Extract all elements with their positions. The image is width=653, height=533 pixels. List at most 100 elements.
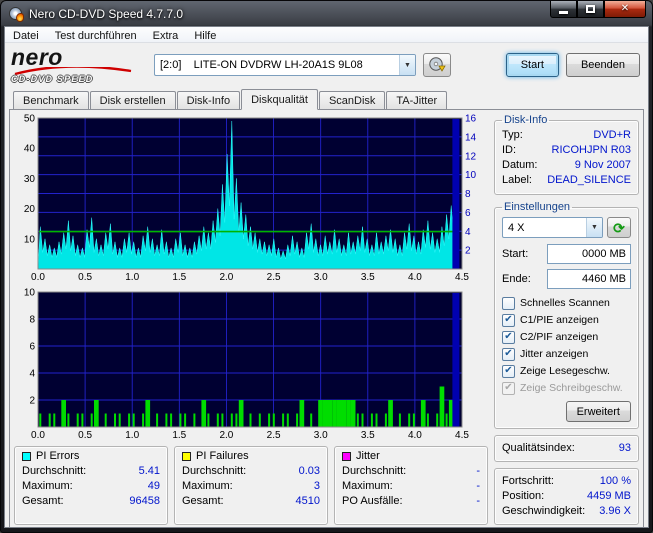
svg-text:4.5: 4.5 — [455, 272, 469, 283]
stat-row: Durchschnitt: 5.41 — [22, 464, 160, 479]
quality-index-value: 93 — [618, 442, 631, 454]
start-position-field[interactable]: 0000 MB — [547, 244, 631, 264]
disc-icon — [429, 57, 446, 72]
checkbox-row-c1-pie-anzeigen[interactable]: ✔ C1/PIE anzeigen — [502, 312, 631, 328]
tab-disk-info[interactable]: Disk-Info — [176, 91, 241, 109]
menu-item-hilfe[interactable]: Hilfe — [186, 27, 224, 42]
refresh-speed-button[interactable]: ⟳ — [607, 217, 631, 238]
svg-text:4: 4 — [465, 227, 471, 238]
pi-errors-chart: 10 20 30 40 50 2 4 6 8 10 12 14 16 0.0 0.5 1.0 1.5 2.0 2.5… — [24, 114, 477, 283]
disk-info-value: DEAD_SILENCE — [547, 174, 631, 186]
start-button[interactable]: Start — [505, 53, 559, 77]
tab-benchmark[interactable]: Benchmark — [13, 91, 89, 109]
stat-title: PI Failures — [196, 450, 249, 462]
disk-info-value: 9 Nov 2007 — [574, 159, 631, 171]
close-button[interactable]: ✕ — [604, 1, 646, 18]
progress-row: Position: 4459 MB — [502, 489, 631, 504]
tab-disk-erstellen[interactable]: Disk erstellen — [89, 91, 176, 109]
svg-text:6: 6 — [465, 208, 471, 219]
checkbox-label: Schnelles Scannen — [520, 297, 610, 309]
svg-text:4: 4 — [29, 369, 35, 380]
checkbox[interactable]: ✔ — [502, 330, 515, 344]
stat-head: Jitter — [342, 450, 480, 462]
stat-value: - — [476, 465, 480, 477]
svg-text:16: 16 — [465, 114, 477, 125]
stat-head: PI Failures — [182, 450, 320, 462]
stat-label: Maximum: — [342, 480, 393, 492]
disk-info-row: Label: DEAD_SILENCE — [502, 173, 631, 188]
svg-text:6: 6 — [29, 342, 35, 353]
svg-text:30: 30 — [24, 174, 36, 185]
svg-text:14: 14 — [465, 132, 477, 143]
stat-value: 49 — [147, 480, 160, 492]
stat-head: PI Errors — [22, 450, 160, 462]
checkbox-row-schnelles-scannen[interactable]: Schnelles Scannen — [502, 295, 631, 311]
svg-text:20: 20 — [24, 204, 36, 215]
stat-row: Maximum: 3 — [182, 479, 320, 494]
svg-text:0.5: 0.5 — [78, 430, 92, 441]
minimize-button[interactable] — [550, 1, 577, 18]
stat-title: PI Errors — [36, 450, 80, 462]
svg-text:0.0: 0.0 — [31, 430, 45, 441]
eject-button[interactable] — [423, 53, 451, 77]
chevron-down-icon[interactable]: ▼ — [586, 218, 602, 237]
disk-info-legend: Disk-Info — [504, 114, 548, 126]
settings-group: Einstellungen 4 X ▼ ⟳ Start: 0000 MB End… — [494, 201, 639, 429]
svg-text:4.5: 4.5 — [455, 430, 469, 441]
disk-info-label: Label: — [502, 174, 532, 186]
titlebar[interactable]: Nero CD-DVD Speed 4.7.7.0 ✕ — [4, 1, 649, 26]
disk-info-label: Datum: — [502, 159, 538, 171]
advanced-button[interactable]: Erweitert — [565, 401, 631, 422]
checkbox[interactable]: ✔ — [502, 313, 515, 327]
svg-text:10: 10 — [24, 234, 36, 245]
checkbox-row-jitter-anzeigen[interactable]: ✔ Jitter anzeigen — [502, 346, 631, 362]
svg-text:10: 10 — [24, 288, 36, 299]
app-window: Nero CD-DVD Speed 4.7.7.0 ✕ Datei Test du… — [0, 0, 653, 533]
checkbox-row-c2-pif-anzeigen[interactable]: ✔ C2/PIF anzeigen — [502, 329, 631, 345]
drive-select[interactable]: [2:0] LITE-ON DVDRW LH-20A1S 9L08 ▼ — [154, 54, 416, 76]
tab-page-diskqualitaet: 10 20 30 40 50 2 4 6 8 10 12 14 16 0.0 0.5 1.0 1.5 2.0 2.5… — [9, 109, 644, 527]
svg-text:1.5: 1.5 — [172, 272, 186, 283]
stat-label: Maximum: — [22, 480, 73, 492]
tab-scandisk[interactable]: ScanDisk — [318, 91, 386, 109]
stats-pi-errors: PI Errors Durchschnitt: 5.41 Maximum: 49 Gesa… — [14, 446, 168, 525]
progress-row: Fortschritt: 100 % — [502, 474, 631, 489]
checkbox-label: C1/PIE anzeigen — [520, 314, 599, 326]
stat-label: Durchschnitt: — [182, 465, 247, 477]
stat-row: Gesamt: 4510 — [182, 494, 320, 509]
speed-select-value: 4 X — [508, 221, 525, 234]
disk-info-value: DVD+R — [593, 129, 631, 141]
tab-diskqualit-t[interactable]: Diskqualität — [241, 89, 318, 110]
tab-ta-jitter[interactable]: TA-Jitter — [386, 91, 448, 109]
refresh-icon: ⟳ — [613, 219, 625, 236]
checkbox-row-zeige-lesegeschw[interactable]: ✔ Zeige Lesegeschw. — [502, 363, 631, 379]
stat-label: Gesamt: — [22, 495, 64, 507]
start-field-row: Start: 0000 MB — [502, 244, 631, 264]
checkbox[interactable] — [502, 296, 515, 310]
svg-text:1.0: 1.0 — [125, 272, 139, 283]
svg-text:0.0: 0.0 — [31, 272, 45, 283]
stat-value: 4510 — [295, 495, 320, 507]
menu-item-test-durchf-hren[interactable]: Test durchführen — [47, 27, 145, 42]
svg-text:8: 8 — [29, 315, 35, 326]
stat-label: Maximum: — [182, 480, 233, 492]
disk-info-row: ID: RICOHJPN R03 — [502, 143, 631, 158]
svg-text:40: 40 — [24, 144, 36, 155]
quit-button[interactable]: Beenden — [565, 53, 640, 77]
svg-text:1.0: 1.0 — [125, 430, 139, 441]
checkbox[interactable]: ✔ — [502, 364, 515, 378]
menubar: Datei Test durchführen Extra Hilfe — [5, 27, 648, 43]
settings-checkboxes: Schnelles Scannen ✔ C1/PIE anzeigen ✔ C2/PIF… — [502, 294, 631, 396]
speed-select[interactable]: 4 X ▼ — [502, 217, 603, 238]
checkbox[interactable]: ✔ — [502, 347, 515, 361]
svg-text:2.5: 2.5 — [267, 272, 281, 283]
maximize-button[interactable] — [577, 1, 604, 18]
menu-item-extra[interactable]: Extra — [145, 27, 187, 42]
chevron-down-icon[interactable]: ▼ — [399, 55, 415, 75]
end-position-field[interactable]: 4460 MB — [547, 269, 631, 289]
menu-item-datei[interactable]: Datei — [5, 27, 47, 42]
logo-subtext: CD-DVD SPEED — [11, 74, 94, 84]
disk-info-label: ID: — [502, 144, 517, 156]
progress-label: Fortschritt: — [502, 475, 554, 487]
progress-box: Fortschritt: 100 % Position: 4459 MB Geschwi… — [494, 468, 639, 525]
